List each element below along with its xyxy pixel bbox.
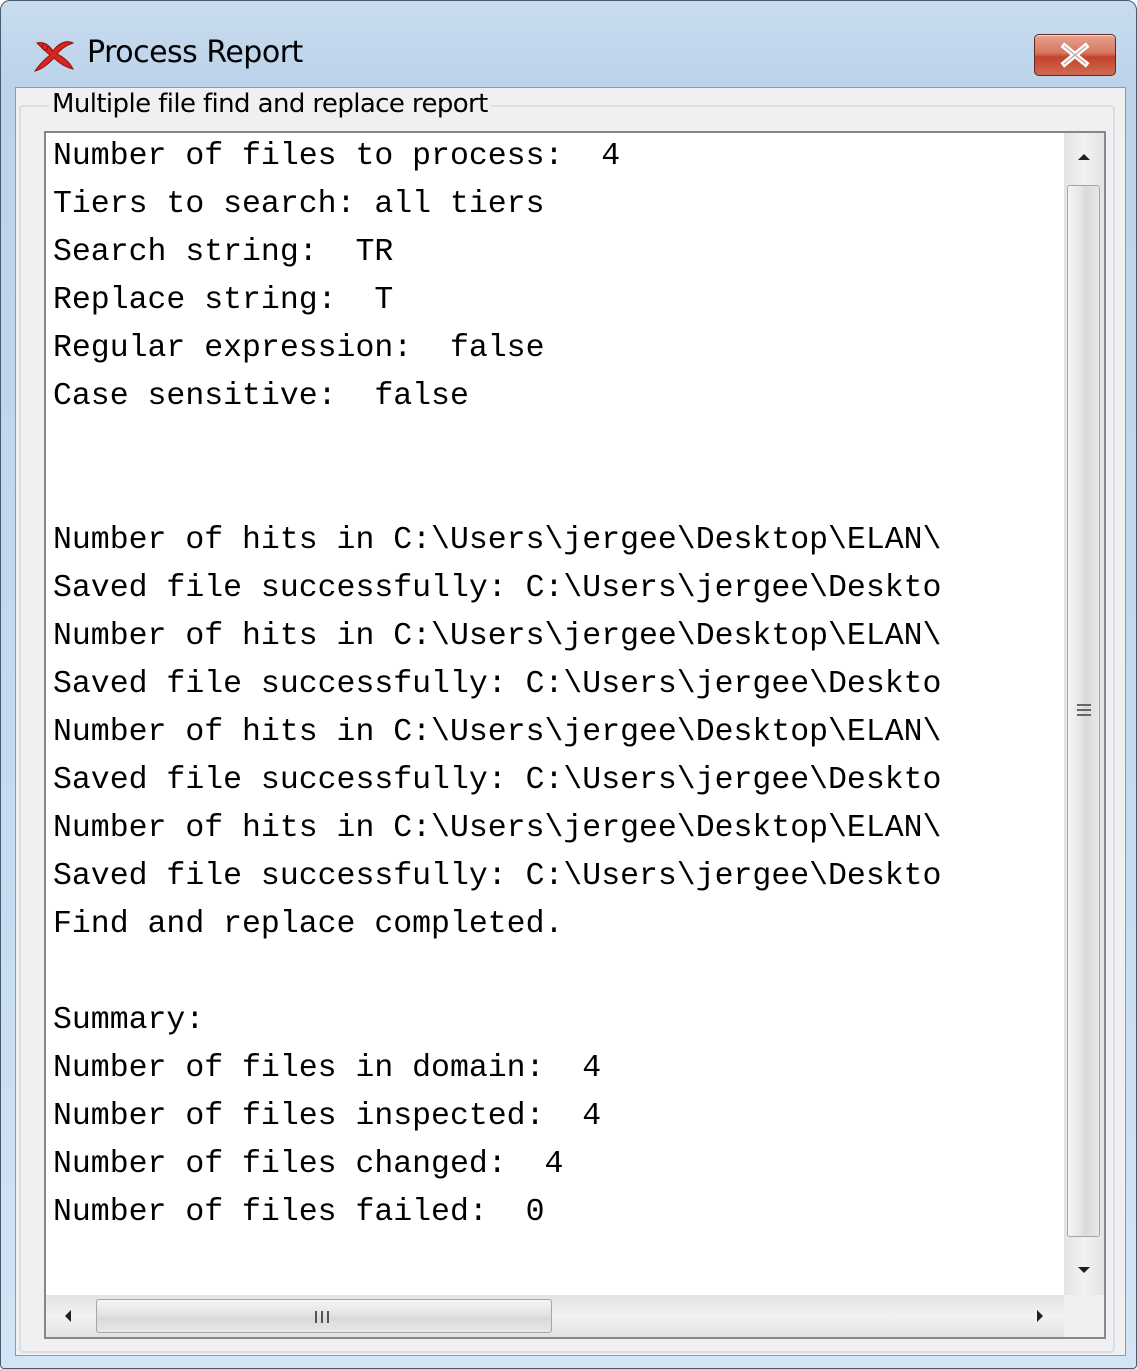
report-line: Saved file successfully: C:\Users\jergee… [53,763,942,798]
thumb-grip [1077,714,1091,716]
close-icon [1060,42,1090,68]
report-line: Search string: TR [53,235,394,270]
report-line: Regular expression: false [53,331,545,366]
thumb-grip [327,1311,329,1323]
report-line: Number of files inspected: 4 [53,1099,602,1134]
report-line: Saved file successfully: C:\Users\jergee… [53,859,942,894]
vertical-scrollbar[interactable] [1064,133,1104,1295]
report-line: Number of hits in C:\Users\jergee\Deskto… [53,619,942,654]
report-line: Tiers to search: all tiers [53,187,545,222]
horizontal-scroll-thumb[interactable] [96,1299,552,1333]
arrow-down-icon[interactable] [1064,1247,1104,1293]
report-line: Saved file successfully: C:\Users\jergee… [53,571,942,606]
arrow-left-icon[interactable] [46,1295,90,1337]
report-line: Find and replace completed. [53,907,564,942]
title-bar[interactable]: Process Report [1,1,1136,87]
report-line: Saved file successfully: C:\Users\jergee… [53,667,942,702]
thumb-grip [1077,704,1091,706]
horizontal-scrollbar[interactable] [46,1295,1064,1337]
report-line: Number of hits in C:\Users\jergee\Deskto… [53,811,942,846]
vertical-scroll-thumb[interactable] [1067,185,1100,1237]
arrow-up-icon[interactable] [1064,133,1104,179]
report-line: Number of files to process: 4 [53,139,621,174]
window-title: Process Report [87,35,303,70]
report-scroll-pane[interactable]: Number of files to process: 4 Tiers to s… [44,131,1106,1339]
close-button[interactable] [1034,34,1116,76]
arrow-right-icon[interactable] [1018,1295,1062,1337]
report-line: Case sensitive: false [53,379,469,414]
report-line: Number of files in domain: 4 [53,1051,602,1086]
report-line: Number of files failed: 0 [53,1195,545,1230]
thumb-grip [315,1311,317,1323]
group-label: Multiple file find and replace report [49,89,491,119]
scrollbar-corner [1064,1295,1104,1337]
report-line: Replace string: T [53,283,394,318]
thumb-grip [321,1311,323,1323]
report-text-area[interactable]: Number of files to process: 4 Tiers to s… [46,133,1064,1295]
report-line: Number of files changed: 4 [53,1147,564,1182]
elan-app-icon [33,41,75,72]
process-report-window: Process Report Multiple file find and re… [0,0,1137,1369]
report-line: Number of hits in C:\Users\jergee\Deskto… [53,523,942,558]
report-line: Number of hits in C:\Users\jergee\Deskto… [53,715,942,750]
thumb-grip [1077,709,1091,711]
report-line: Summary: [53,1003,205,1038]
